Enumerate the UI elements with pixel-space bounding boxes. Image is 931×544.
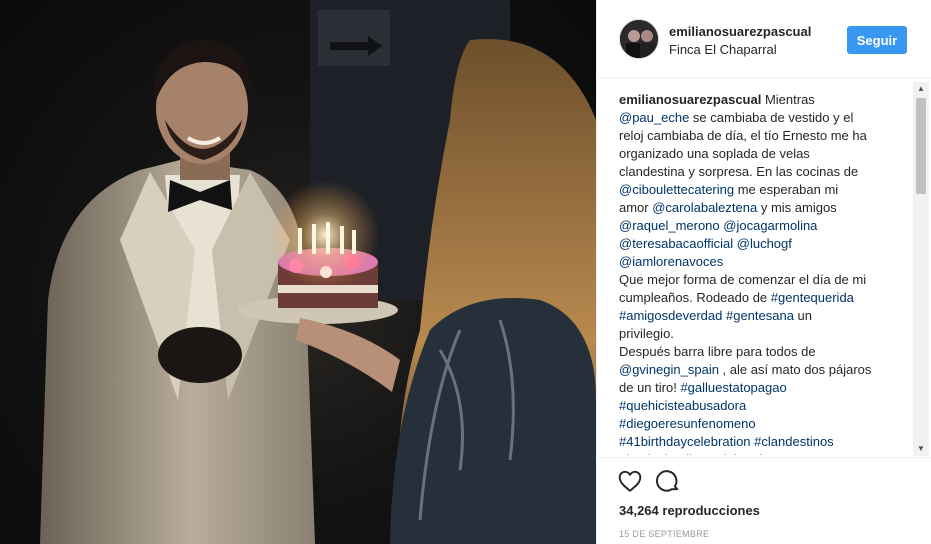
mention-link[interactable]: @teresabacaofficial (619, 236, 733, 251)
caption-line: @raquel_merono @jocagarmolina (619, 217, 907, 235)
post-header: emilianosuarezpascual Finca El Chaparral… (597, 0, 931, 78)
hashtag-link[interactable]: #41birthdaycelebration (619, 434, 751, 449)
caption-text-segment: Mientras (761, 92, 815, 107)
comment-icon[interactable] (655, 468, 681, 494)
caption-text-segment: reloj cambiaba de día, el tío Ernesto me… (619, 128, 867, 143)
caption-scrollbar[interactable]: ▲ ▼ (913, 82, 929, 456)
caption-text-segment: y mis amigos (757, 200, 837, 215)
hashtag-link[interactable]: #huelvalandia (619, 452, 699, 455)
hashtag-link[interactable]: #galluestatopagao (680, 380, 786, 395)
caption-line: @ciboulettecatering me esperaban mi (619, 181, 907, 199)
post-actions: 34,264 reproducciones 15 DE SEPTIEMBRE (597, 457, 931, 544)
caption-text-segment: me esperaban mi (734, 182, 839, 197)
caption-line: organizado una soplada de velas (619, 145, 907, 163)
hashtag-link[interactable]: #gentequerida (771, 290, 854, 305)
caption-line: #amigosdeverdad #gentesana un (619, 307, 907, 325)
mention-link[interactable]: @carolabaleztena (652, 200, 757, 215)
hashtag-link[interactable]: #amigosdeverdad (619, 308, 722, 323)
caption-text-segment: Después barra libre para todos de (619, 344, 816, 359)
post-media[interactable] (0, 0, 596, 544)
mention-link[interactable]: @ciboulettecatering (619, 182, 734, 197)
hashtag-link[interactable]: #quehicisteabusadora (619, 398, 746, 413)
caption-text-segment: un (793, 308, 813, 323)
views-count: 34,264 reproducciones (619, 503, 760, 518)
hashtag-link[interactable]: #gentesana (726, 308, 794, 323)
mention-link[interactable]: @luchogf (737, 236, 792, 251)
avatar[interactable] (619, 19, 659, 59)
caption-line: @iamlorenavoces (619, 253, 907, 271)
avatar-image (620, 20, 658, 58)
caption-text-segment: organizado una soplada de velas (619, 146, 810, 161)
caption-line: @gvinegin_spain , ale así mato dos pájar… (619, 361, 907, 379)
views-number: 34,264 (619, 503, 659, 518)
caption-line: @teresabacaofficial @luchogf (619, 235, 907, 253)
photo-illustration (40, 0, 596, 544)
post-details-panel: emilianosuarezpascual Finca El Chaparral… (596, 0, 931, 544)
heart-icon[interactable] (617, 468, 643, 494)
caption-area[interactable]: emilianosuarezpascual Mientras @pau_eche … (597, 80, 931, 455)
scroll-up-icon[interactable]: ▲ (913, 82, 929, 96)
caption-line: clandestina y sorpresa. En las cocinas d… (619, 163, 907, 181)
mention-link[interactable]: @iamlorenavoces (619, 254, 723, 269)
caption-text-segment: clandestina y sorpresa. En las cocinas d… (619, 164, 859, 179)
caption-text-segment: se cambiaba de vestido y el (689, 110, 854, 125)
hashtag-link[interactable]: #clandestinos (754, 434, 834, 449)
caption-line: Que mejor forma de comenzar el día de mi (619, 271, 907, 289)
caption-text-segment: privilegio. (619, 326, 674, 341)
caption-text-segment: , ale así mato dos pájaros (718, 362, 872, 377)
caption-line: #41birthdaycelebration #clandestinos (619, 433, 907, 451)
caption-line: #huelvalandia #celebracion (619, 451, 907, 455)
caption-line: reloj cambiaba de día, el tío Ernesto me… (619, 127, 907, 145)
caption-text-segment: Que mejor forma de comenzar el día de mi (619, 272, 867, 287)
location-link[interactable]: Finca El Chaparral (669, 42, 777, 57)
hashtag-link[interactable]: #diegoeresunfenomeno (619, 416, 756, 431)
caption-author-link[interactable]: emilianosuarezpascual (619, 92, 761, 107)
caption-text-segment: amor (619, 200, 653, 215)
mention-link[interactable]: @jocagarmolina (723, 218, 817, 233)
caption-text-segment: cumpleaños. Rodeado de (619, 290, 771, 305)
caption-line: Después barra libre para todos de (619, 343, 907, 361)
mention-link[interactable]: @raquel_merono (619, 218, 720, 233)
caption-line: @pau_eche se cambiaba de vestido y el (619, 109, 907, 127)
caption-text-segment: de un tiro! (619, 380, 681, 395)
post-date[interactable]: 15 DE SEPTIEMBRE (619, 529, 709, 539)
caption-line: privilegio. (619, 325, 907, 343)
caption-line: de un tiro! #galluestatopagao (619, 379, 907, 397)
caption-line: #quehicisteabusadora (619, 397, 907, 415)
follow-button[interactable]: Seguir (847, 26, 907, 54)
caption-text: emilianosuarezpascual Mientras @pau_eche … (619, 91, 907, 455)
caption-line: amor @carolabaleztena y mis amigos (619, 199, 907, 217)
scroll-down-icon[interactable]: ▼ (913, 442, 929, 456)
scroll-thumb[interactable] (916, 98, 926, 194)
views-label: reproducciones (662, 503, 760, 518)
hashtag-link[interactable]: #celebracion (703, 452, 777, 455)
mention-link[interactable]: @gvinegin_spain (619, 362, 719, 377)
mention-link[interactable]: @pau_eche (619, 110, 689, 125)
caption-line: #diegoeresunfenomeno (619, 415, 907, 433)
caption-line: cumpleaños. Rodeado de #gentequerida (619, 289, 907, 307)
caption-line: emilianosuarezpascual Mientras (619, 91, 907, 109)
username-link[interactable]: emilianosuarezpascual (669, 24, 811, 39)
